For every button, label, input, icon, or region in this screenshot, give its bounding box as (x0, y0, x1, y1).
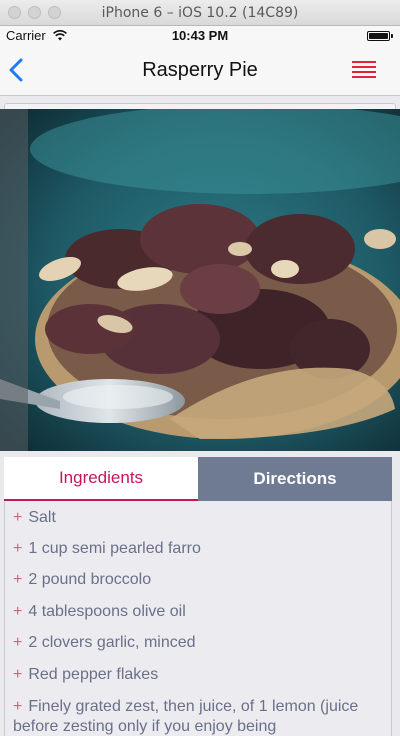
list-item: +2 clovers garlic, minced (13, 634, 196, 652)
photo-overlay-strip (0, 109, 28, 451)
list-item: +1 cup semi pearled farro (13, 540, 201, 558)
pie-photo-illustration (0, 109, 400, 451)
plus-icon: + (13, 509, 23, 526)
tab-ingredients[interactable]: Ingredients (4, 457, 198, 501)
simulator-titlebar: iPhone 6 – iOS 10.2 (14C89) (0, 0, 400, 26)
plus-icon: + (13, 698, 23, 715)
status-bar: Carrier 10:43 PM (0, 26, 400, 46)
list-item: + Red pepper flakes (13, 666, 158, 684)
ingredient-text: Red pepper flakes (28, 666, 159, 683)
navigation-bar: Rasperry Pie (0, 46, 400, 96)
tab-directions[interactable]: Directions (198, 457, 392, 501)
ingredient-list: + Salt +1 cup semi pearled farro +2 pound… (4, 501, 392, 736)
plus-icon: + (13, 603, 23, 620)
list-item: + Finely grated zest, then juice, of 1 le… (13, 697, 391, 736)
recipe-photo (0, 109, 400, 451)
page-title: Rasperry Pie (142, 59, 258, 81)
ingredient-text: 2 clovers garlic, minced (28, 634, 196, 651)
plus-icon: + (13, 571, 23, 588)
ingredient-text: 4 tablespoons olive oil (28, 603, 186, 620)
battery-icon (367, 31, 393, 41)
plus-icon: + (13, 540, 23, 557)
ingredient-text: Finely grated zest, then juice, of 1 lem… (13, 698, 359, 735)
simulator-title: iPhone 6 – iOS 10.2 (14C89) (101, 5, 299, 21)
ingredient-text: 1 cup semi pearled farro (28, 540, 201, 557)
plus-icon: + (13, 666, 23, 683)
ingredient-text: 2 pound broccolo (28, 571, 152, 588)
status-time: 10:43 PM (171, 28, 229, 43)
list-item: + Salt (13, 509, 56, 527)
list-item: +4 tablespoons olive oil (13, 603, 186, 621)
list-item: +2 pound broccolo (13, 571, 151, 589)
hamburger-menu-icon[interactable] (352, 61, 376, 79)
plus-icon: + (13, 634, 23, 651)
recipe-tabs: Ingredients Directions (4, 457, 392, 501)
ingredient-text: Salt (28, 509, 56, 526)
